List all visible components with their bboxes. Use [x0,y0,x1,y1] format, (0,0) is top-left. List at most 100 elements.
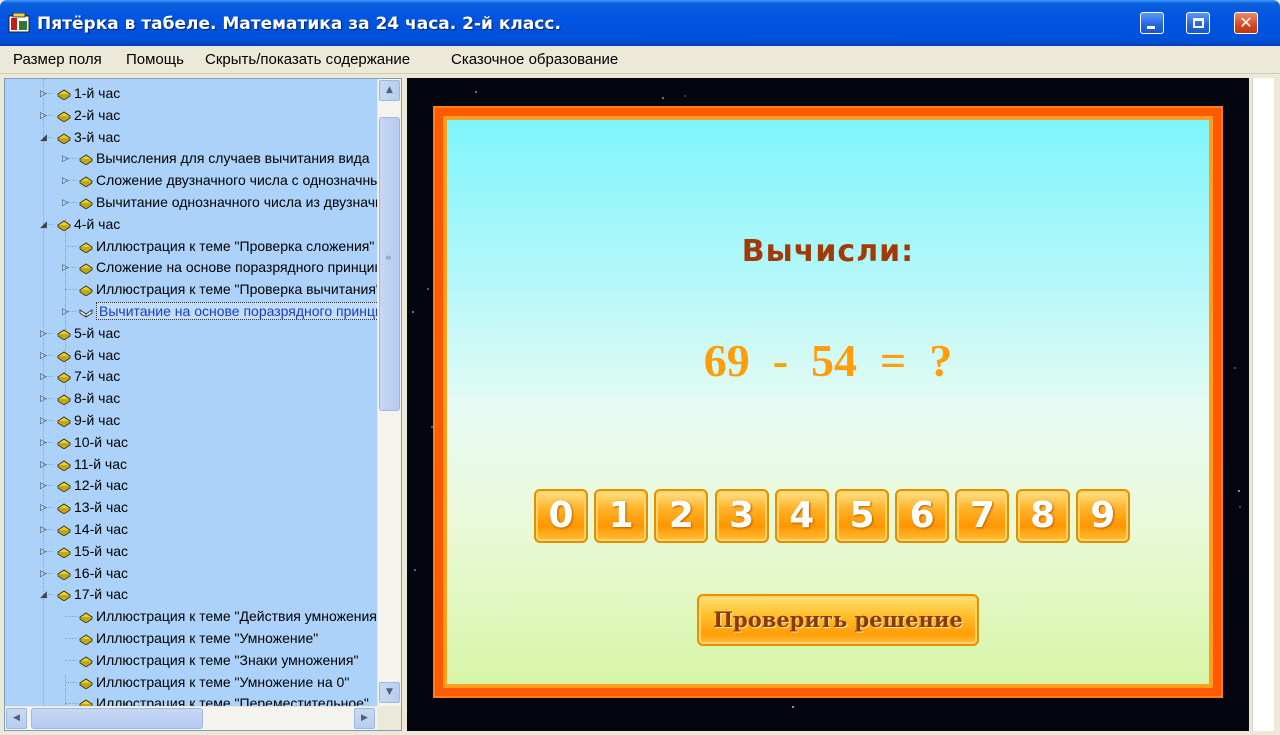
expand-icon[interactable]: ▷ [39,393,48,404]
expand-icon[interactable]: ▷ [39,110,48,121]
digit-button-3[interactable]: 3 [714,489,769,543]
tree-horizontal-scrollbar[interactable]: ◀ ▶ [5,706,377,730]
contents-tree[interactable]: ▷ 1-й час ▷ 2-й час ◢ 3-й час ▷ Вычисления для … [5,79,377,706]
digit-button-2[interactable]: 2 [654,489,709,543]
menu-help[interactable]: Помощь [126,51,184,68]
exercise-area: Вычисли: 69 - 54 = ? 0123456789 Проверит… [407,78,1249,731]
menu-bar: Размер поля Помощь Скрыть/показать содер… [0,46,1280,74]
tree-item-label: 7-й час [74,368,121,385]
book-icon [57,567,71,581]
tree-item-label: 2-й час [74,106,121,123]
tree-item[interactable]: Иллюстрация к теме "Умножение" [5,628,377,649]
tree-item-label: Иллюстрация к теме "Проверка сложения" [96,237,375,254]
tree-item[interactable]: ▷ 2-й час [5,105,377,126]
hscroll-thumb[interactable] [31,708,203,729]
digit-button-6[interactable]: 6 [895,489,950,543]
tree-item[interactable]: Иллюстрация к теме "Проверка вычитания" [5,279,377,300]
tree-item[interactable]: ▷ 9-й час [5,410,377,431]
tree-item[interactable]: ▷ Вычитание на основе поразрядного принци… [5,301,377,322]
right-blank-area [1252,78,1274,731]
tree-item[interactable]: ▷ 8-й час [5,388,377,409]
tree-item-label: 11-й час [74,455,127,472]
expand-icon[interactable]: ▷ [61,197,70,208]
book-icon [79,152,93,166]
tree-item[interactable]: ◢ 17-й час [5,584,377,605]
contents-panel: ▷ 1-й час ▷ 2-й час ◢ 3-й час ▷ Вычисления для … [4,78,402,731]
tree-guide-line [65,638,77,639]
book-icon [79,240,93,254]
expand-icon[interactable]: ▷ [61,262,70,273]
tree-item[interactable]: Иллюстрация к теме "Знаки умножения" [5,650,377,671]
book-icon [57,109,71,123]
tree-item[interactable]: ▷ 15-й час [5,541,377,562]
scroll-thumb[interactable]: ≡ [379,117,400,411]
tree-item[interactable]: ▷ 10-й час [5,432,377,453]
expand-icon[interactable]: ▷ [61,175,70,186]
scroll-up-icon[interactable]: ▲ [379,80,400,101]
tree-item[interactable]: ▷ 6-й час [5,345,377,366]
tree-item[interactable]: ▷ 11-й час [5,454,377,475]
tree-item-label: 14-й час [74,521,129,537]
minimize-button[interactable] [1140,12,1164,34]
board-frame-inner: Вычисли: 69 - 54 = ? 0123456789 Проверит… [443,116,1213,688]
expand-icon[interactable]: ▷ [39,524,48,535]
tree-item[interactable]: ▷ Сложение двузначного числа с однозначны… [5,170,377,191]
maximize-button[interactable] [1186,12,1210,34]
tree-item-label: Иллюстрация к теме "Умножение" [96,630,319,646]
tree-item[interactable]: ▷ 5-й час [5,323,377,344]
digit-button-5[interactable]: 5 [835,489,889,543]
tree-item[interactable]: ▷ 14-й час [5,519,377,540]
scroll-down-icon[interactable]: ▼ [379,682,400,703]
collapse-icon[interactable]: ◢ [39,589,48,600]
tree-item[interactable]: ▷ Вычитание однозначного числа из двузнач… [5,192,377,213]
close-button[interactable]: ✕ [1234,12,1258,34]
expand-icon[interactable]: ▷ [39,88,48,99]
maximize-icon [1193,18,1204,28]
scroll-left-icon[interactable]: ◀ [6,708,27,729]
tree-item[interactable]: ▷ Сложение на основе поразрядного принцип… [5,257,377,278]
task-prompt: Вычисли: [741,234,915,269]
tree-item[interactable]: ▷ 16-й час [5,563,377,584]
digit-button-0[interactable]: 0 [534,489,588,543]
tree-item[interactable]: ▷ 13-й час [5,497,377,518]
expand-icon[interactable]: ▷ [39,502,48,513]
expand-icon[interactable]: ▷ [39,415,48,426]
expand-icon[interactable]: ▷ [61,306,70,317]
expand-icon[interactable]: ▷ [39,350,48,361]
expand-icon[interactable]: ▷ [39,328,48,339]
digit-button-9[interactable]: 9 [1075,489,1130,543]
expand-icon[interactable]: ▷ [39,371,48,382]
expand-icon[interactable]: ▷ [39,568,48,579]
digit-button-8[interactable]: 8 [1015,489,1070,543]
tree-item[interactable]: Иллюстрация к теме "Проверка сложения" [5,236,377,257]
tree-item[interactable]: ◢ 3-й час [5,127,377,148]
equation: 69 - 54 = ? [703,335,953,386]
open-book-icon [79,305,93,318]
check-solution-button[interactable]: Проверить решение [697,594,979,646]
tree-item-label: Вычисления для случаев вычитания вида [96,150,370,167]
tree-item[interactable]: ▷ 12-й час [5,475,377,496]
tree-vertical-scrollbar[interactable]: ▲ ≡ ▼ [377,79,401,706]
tree-item-label: Иллюстрация к теме "Знаки умножения" [96,651,359,668]
tree-item[interactable]: ▷ Вычисления для случаев вычитания вида [5,148,377,169]
expand-icon[interactable]: ▷ [39,546,48,557]
expand-icon[interactable]: ▷ [39,480,48,491]
collapse-icon[interactable]: ◢ [39,132,48,143]
expand-icon[interactable]: ▷ [61,153,70,164]
collapse-icon[interactable]: ◢ [39,219,48,230]
tree-item[interactable]: ◢ 4-й час [5,214,377,235]
tree-item[interactable]: ▷ 7-й час [5,366,377,387]
expand-icon[interactable]: ▷ [39,437,48,448]
tree-item[interactable]: Иллюстрация к теме "Умножение на 0" [5,672,377,693]
tree-item[interactable]: Иллюстрация к теме "Действия умножения" [5,606,377,627]
tree-item[interactable]: ▷ 1-й час [5,83,377,104]
digit-button-4[interactable]: 4 [774,489,829,543]
scroll-right-icon[interactable]: ▶ [354,708,375,729]
tree-item[interactable]: Иллюстрация к теме "Переместительное" [5,693,377,706]
menu-fairy-education[interactable]: Сказочное образование [451,51,618,68]
digit-button-1[interactable]: 1 [594,489,649,543]
menu-field-size[interactable]: Размер поля [13,51,102,68]
digit-button-7[interactable]: 7 [955,489,1010,543]
menu-toggle-contents[interactable]: Скрыть/показать содержание [205,51,410,68]
expand-icon[interactable]: ▷ [39,459,48,470]
